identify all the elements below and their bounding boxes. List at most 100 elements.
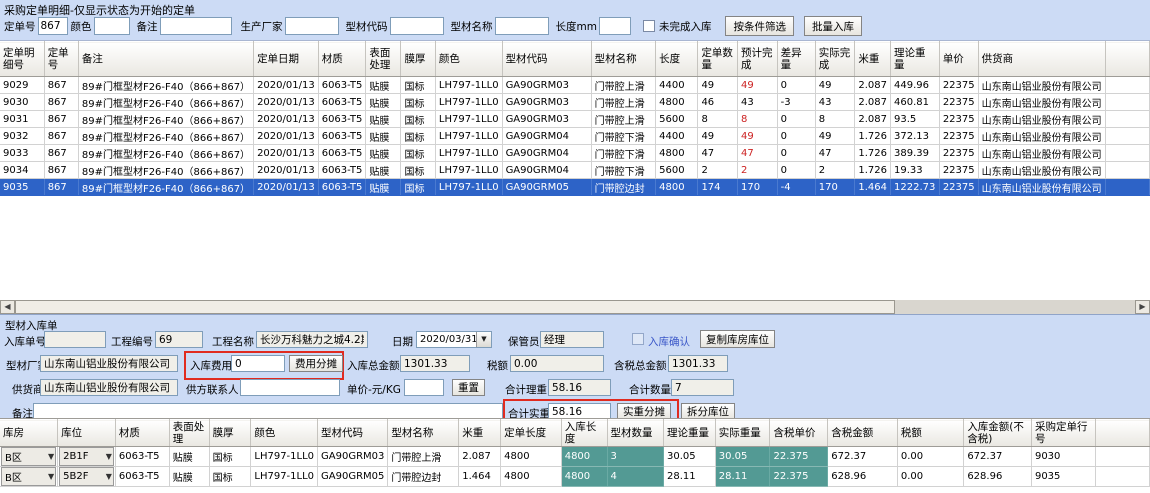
fee-field[interactable] [231, 355, 285, 372]
column-header[interactable]: 长度 [656, 42, 698, 77]
filter-input-profile-code[interactable] [390, 17, 444, 35]
column-header[interactable]: 采购定单行号 [1031, 420, 1095, 447]
location-select[interactable]: 5B2F▼ [59, 467, 114, 486]
reset-button[interactable]: 重置 [452, 379, 485, 396]
scrollbar-thumb[interactable] [15, 300, 895, 314]
column-header[interactable]: 入库长度 [561, 420, 607, 447]
supplier-field[interactable] [40, 379, 178, 396]
contact-field[interactable] [240, 379, 340, 396]
column-header[interactable]: 膜厚 [209, 420, 251, 447]
table-cell: LH797-1LL0 [435, 77, 502, 94]
table-row[interactable]: 903186789#门框型材F26-F40（866+867）2020/01/13… [0, 111, 1150, 128]
column-header[interactable]: 型材名称 [388, 420, 459, 447]
fee-apportion-button[interactable]: 费用分摊 [289, 355, 343, 372]
column-header[interactable]: 含税金额 [828, 420, 898, 447]
column-header[interactable]: 库房 [0, 420, 58, 447]
column-header[interactable]: 实际完成 [815, 42, 855, 77]
table-row[interactable]: B区▼5B2F▼6063-T5贴膜国标LH797-1LL0GA90GRM05门带… [0, 467, 1150, 487]
column-header[interactable]: 税额 [897, 420, 963, 447]
tax-field[interactable] [510, 355, 604, 372]
filter-input-profile-name[interactable] [495, 17, 549, 35]
chevron-down-icon[interactable]: ▼ [48, 453, 54, 461]
column-header[interactable]: 定单长度 [501, 420, 562, 447]
date-value: 2020/03/31 [417, 334, 476, 345]
column-header[interactable]: 型材代码 [502, 42, 591, 77]
column-header[interactable]: 入库金额(不含税) [964, 420, 1032, 447]
column-header[interactable]: 颜色 [251, 420, 318, 447]
table-row[interactable]: 903586789#门框型材F26-F40（866+867）2020/01/13… [0, 179, 1150, 196]
filter-input-remark[interactable] [160, 17, 232, 35]
column-header[interactable]: 备注 [78, 42, 253, 77]
column-header-filler [1095, 420, 1149, 447]
column-header[interactable]: 型材数量 [607, 420, 663, 447]
filter-input-length-mm[interactable] [599, 17, 631, 35]
filter-input-order-no[interactable] [38, 17, 68, 35]
total-amount-field[interactable] [400, 355, 470, 372]
filter-input-color[interactable] [94, 17, 130, 35]
column-header[interactable]: 颜色 [435, 42, 502, 77]
column-header[interactable]: 实际重量 [715, 420, 770, 447]
table-cell: 47 [815, 145, 855, 162]
column-header[interactable]: 定单日期 [254, 42, 319, 77]
column-header[interactable]: 型材代码 [318, 420, 388, 447]
table-row[interactable]: 903086789#门框型材F26-F40（866+867）2020/01/13… [0, 94, 1150, 111]
inbound-no-field[interactable] [44, 331, 106, 348]
column-header[interactable]: 理论重量 [663, 420, 715, 447]
keeper-field[interactable] [540, 331, 604, 348]
column-header[interactable]: 预计完成 [738, 42, 778, 77]
table-row[interactable]: 903286789#门框型材F26-F40（866+867）2020/01/13… [0, 128, 1150, 145]
filter-by-condition-button[interactable]: 按条件筛选 [725, 16, 794, 36]
table-row[interactable]: 903486789#门框型材F26-F40（866+867）2020/01/13… [0, 162, 1150, 179]
column-header[interactable]: 定单号 [44, 42, 78, 77]
tax-total-field[interactable] [668, 355, 728, 372]
chevron-down-icon[interactable]: ▼ [106, 453, 112, 461]
column-header[interactable]: 单价 [939, 42, 978, 77]
unit-price-label: 单价-元/KG [347, 382, 401, 397]
unit-price-field[interactable] [404, 379, 444, 396]
column-header[interactable]: 表面处理 [169, 420, 209, 447]
table-row[interactable]: 903386789#门框型材F26-F40（866+867）2020/01/13… [0, 145, 1150, 162]
total-qty-field[interactable] [671, 379, 734, 396]
column-header[interactable]: 材质 [115, 420, 169, 447]
unfinished-checkbox[interactable] [643, 20, 655, 32]
chevron-down-icon[interactable]: ▼ [48, 473, 54, 481]
column-header[interactable]: 差异量 [777, 42, 815, 77]
horizontal-scrollbar[interactable]: ◀ ▶ [0, 300, 1150, 314]
scroll-left-arrow-icon[interactable]: ◀ [0, 300, 15, 314]
column-header[interactable]: 定单数量 [698, 42, 738, 77]
column-header[interactable]: 米重 [459, 420, 501, 447]
order-detail-grid-area: 定单明细号定单号备注定单日期材质表面处理膜厚颜色型材代码型材名称长度定单数量预计… [0, 40, 1150, 301]
warehouse-select[interactable]: B区▼ [1, 467, 56, 486]
column-header[interactable]: 理论重量 [891, 42, 940, 77]
column-header[interactable]: 材质 [318, 42, 366, 77]
batch-inbound-button[interactable]: 批量入库 [804, 16, 862, 36]
column-header[interactable]: 米重 [855, 42, 891, 77]
calendar-dropdown-icon[interactable]: ▼ [476, 332, 491, 347]
tax-total-label: 含税总金额 [614, 358, 667, 373]
column-header[interactable]: 定单明细号 [0, 42, 44, 77]
column-header[interactable]: 库位 [58, 420, 116, 447]
confirm-checkbox[interactable] [632, 333, 644, 345]
project-name-field[interactable] [256, 331, 368, 348]
scroll-right-arrow-icon[interactable]: ▶ [1135, 300, 1150, 314]
date-picker[interactable]: 2020/03/31 ▼ [416, 331, 492, 348]
table-cell: 国标 [401, 145, 435, 162]
warehouse-select[interactable]: B区▼ [1, 447, 56, 466]
project-no-field[interactable] [155, 331, 203, 348]
table-cell: 22375 [939, 145, 978, 162]
column-header[interactable]: 表面处理 [366, 42, 401, 77]
chevron-down-icon[interactable]: ▼ [106, 473, 112, 481]
table-row[interactable]: B区▼2B1F▼6063-T5贴膜国标LH797-1LL0GA90GRM03门带… [0, 447, 1150, 467]
filter-input-manufacturer[interactable] [285, 17, 339, 35]
column-header[interactable]: 含税单价 [770, 420, 828, 447]
column-header[interactable]: 型材名称 [591, 42, 655, 77]
table-cell: 门带腔上滑 [591, 77, 655, 94]
theory-weight-field[interactable] [548, 379, 611, 396]
table-cell-filler [1105, 77, 1149, 94]
table-row[interactable]: 902986789#门框型材F26-F40（866+867）2020/01/13… [0, 77, 1150, 94]
factory-field[interactable] [40, 355, 178, 372]
column-header[interactable]: 供货商 [978, 42, 1105, 77]
copy-warehouse-button[interactable]: 复制库房库位 [700, 330, 775, 348]
location-select[interactable]: 2B1F▼ [59, 447, 114, 466]
column-header[interactable]: 膜厚 [401, 42, 435, 77]
